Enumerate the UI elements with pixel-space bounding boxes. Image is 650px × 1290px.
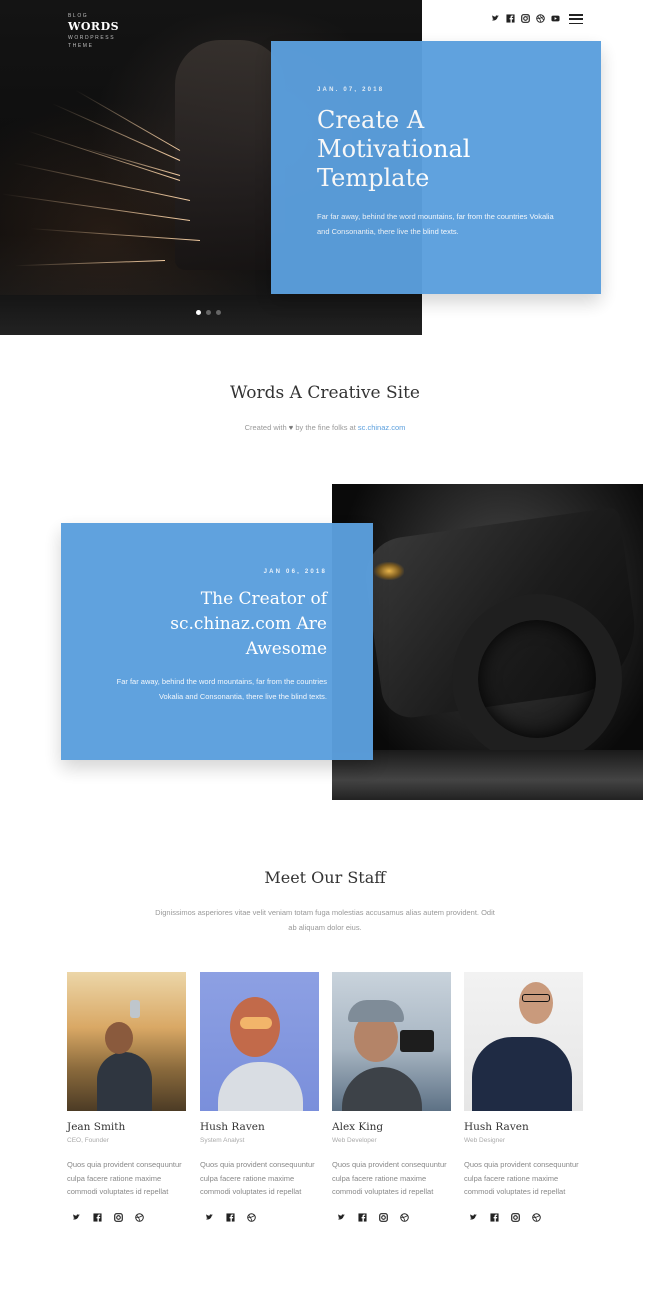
dribbble-icon[interactable] <box>532 1212 541 1222</box>
staff-name: Jean Smith <box>67 1121 126 1133</box>
slider-dot-3[interactable] <box>216 310 221 315</box>
dribbble-icon[interactable] <box>135 1212 144 1222</box>
tool-ring <box>452 594 622 764</box>
logo-tagline-2: THEME <box>68 43 94 49</box>
staff-name: Hush Raven <box>464 1121 529 1133</box>
tool-floor <box>332 750 643 800</box>
hero-title[interactable]: Create A Motivational Template <box>317 106 547 193</box>
twitter-icon[interactable] <box>205 1213 214 1222</box>
twitter-icon[interactable] <box>337 1213 346 1222</box>
hero-date: JAN. 07, 2018 <box>317 87 385 93</box>
twitter-icon[interactable] <box>491 14 500 23</box>
facebook-icon[interactable] <box>226 1212 235 1222</box>
logo-top-text: BLOG <box>68 13 89 19</box>
spark-line <box>83 147 181 176</box>
staff-photo[interactable] <box>464 972 583 1111</box>
intro-credit: Created with ♥ by the fine folks at sc.c… <box>0 423 650 432</box>
staff-card: Hush Raven System Analyst Quos quia prov… <box>200 972 320 1222</box>
feature-date: JAN 06, 2018 <box>263 569 327 575</box>
staff-name: Hush Raven <box>200 1121 265 1133</box>
credit-link[interactable]: sc.chinaz.com <box>358 423 406 432</box>
logo-name: WORDS <box>68 20 120 33</box>
instagram-icon[interactable] <box>521 14 530 23</box>
facebook-icon[interactable] <box>93 1212 102 1222</box>
heart-icon: ♥ <box>288 423 294 432</box>
spark-line <box>51 103 181 161</box>
header-social <box>491 14 560 23</box>
facebook-icon[interactable] <box>490 1212 499 1222</box>
spark-line <box>1 193 191 221</box>
staff-bio: Quos quia provident consequuntur culpa f… <box>332 1160 447 1196</box>
slider-dot-1[interactable] <box>196 310 201 315</box>
staff-name: Alex King <box>332 1121 384 1133</box>
dribbble-icon[interactable] <box>400 1212 409 1222</box>
spark-line <box>13 162 191 201</box>
staff-photo[interactable] <box>200 972 319 1111</box>
feature-title[interactable]: The Creator of sc.chinaz.com Are Awesome <box>87 587 327 662</box>
staff-photo[interactable] <box>332 972 451 1111</box>
slider-dot-2[interactable] <box>206 310 211 315</box>
staff-social <box>72 1212 187 1222</box>
facebook-icon[interactable] <box>506 14 515 23</box>
staff-card: Alex King Web Developer Quos quia provid… <box>332 972 452 1222</box>
staff-bio: Quos quia provident consequuntur culpa f… <box>67 1160 182 1196</box>
twitter-icon[interactable] <box>72 1213 81 1222</box>
facebook-icon[interactable] <box>358 1212 367 1222</box>
youtube-icon[interactable] <box>551 14 560 23</box>
staff-social <box>205 1212 320 1222</box>
feature-image <box>332 484 643 800</box>
staff-description: Dignissimos asperiores vitae velit venia… <box>155 908 495 932</box>
hero-ground <box>0 295 422 335</box>
instagram-icon[interactable] <box>114 1212 123 1222</box>
instagram-icon[interactable] <box>511 1212 520 1222</box>
credit-prefix: Created with <box>244 423 287 432</box>
hamburger-menu-icon[interactable] <box>569 14 583 24</box>
slider-dots <box>196 310 221 315</box>
dribbble-icon[interactable] <box>247 1212 256 1222</box>
instagram-icon[interactable] <box>379 1212 388 1222</box>
feature-text: Far far away, behind the word mountains,… <box>116 677 327 701</box>
hero-figure <box>175 40 285 270</box>
staff-bio: Quos quia provident consequuntur culpa f… <box>200 1160 315 1196</box>
logo-tagline-1: WORDPRESS <box>68 35 116 41</box>
staff-role: Web Developer <box>332 1137 377 1144</box>
staff-role: CEO, Founder <box>67 1137 109 1144</box>
staff-role: Web Designer <box>464 1137 506 1144</box>
hero-text: Far far away, behind the word mountains,… <box>317 212 554 236</box>
staff-card: Hush Raven Web Designer Quos quia provid… <box>464 972 584 1222</box>
twitter-icon[interactable] <box>469 1213 478 1222</box>
feature-card: JAN 06, 2018 The Creator of sc.chinaz.co… <box>61 523 373 760</box>
staff-title: Meet Our Staff <box>264 868 386 887</box>
staff-role: System Analyst <box>200 1137 245 1144</box>
spark-line <box>15 260 166 267</box>
staff-bio: Quos quia provident consequuntur culpa f… <box>464 1160 579 1196</box>
staff-social <box>469 1212 584 1222</box>
tool-glint <box>374 562 404 580</box>
site-logo[interactable]: BLOG WORDS WORDPRESS THEME <box>68 12 119 50</box>
intro-title: Words A Creative Site <box>229 383 420 403</box>
staff-card: Jean Smith CEO, Founder Quos quia provid… <box>67 972 187 1222</box>
staff-social <box>337 1212 452 1222</box>
staff-photo[interactable] <box>67 972 186 1111</box>
hero-card: JAN. 07, 2018 Create A Motivational Temp… <box>271 41 601 294</box>
credit-middle: by the fine folks at <box>295 423 356 432</box>
dribbble-icon[interactable] <box>536 14 545 23</box>
